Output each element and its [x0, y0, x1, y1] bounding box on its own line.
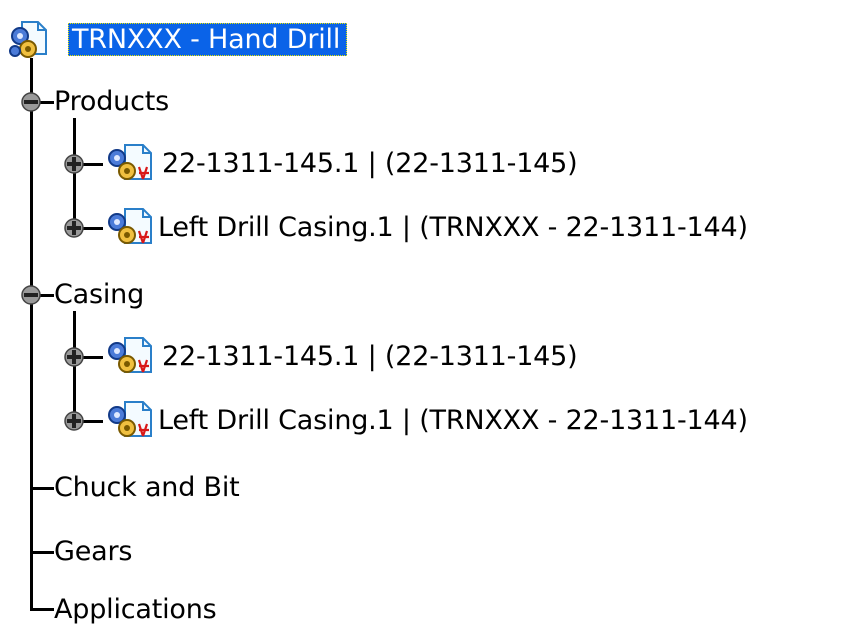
tree-node-products-child-2[interactable]: Left Drill Casing.1 | (TRNXXX - 22-1311-… — [158, 210, 748, 246]
part-document-icon[interactable] — [103, 336, 157, 378]
tree-trunk-line — [30, 58, 33, 610]
part-document-icon[interactable] — [103, 143, 157, 185]
expand-casing-child-1-toggle[interactable] — [63, 346, 85, 368]
specification-tree: TRNXXX - Hand Drill Products 22-1311-145… — [0, 0, 850, 630]
tree-node-casing-child-2[interactable]: Left Drill Casing.1 | (TRNXXX - 22-1311-… — [158, 403, 748, 439]
tree-node-casing[interactable]: Casing — [54, 277, 144, 313]
connector-chuck — [30, 487, 54, 490]
part-document-icon[interactable] — [103, 207, 157, 249]
root-node[interactable]: TRNXXX - Hand Drill — [68, 22, 348, 58]
connector-gears — [30, 551, 54, 554]
tree-node-chuck-and-bit[interactable]: Chuck and Bit — [54, 470, 240, 506]
root-node-label[interactable]: TRNXXX - Hand Drill — [68, 23, 348, 56]
expand-products-child-1-toggle[interactable] — [63, 153, 85, 175]
product-root-icon[interactable] — [8, 20, 50, 60]
expand-products-child-2-toggle[interactable] — [63, 217, 85, 239]
connector-applications — [30, 608, 54, 611]
tree-node-applications[interactable]: Applications — [54, 592, 217, 628]
collapse-casing-toggle[interactable] — [20, 284, 42, 306]
part-document-icon[interactable] — [103, 400, 157, 442]
collapse-products-toggle[interactable] — [20, 91, 42, 113]
tree-node-gears[interactable]: Gears — [54, 534, 132, 570]
expand-casing-child-2-toggle[interactable] — [63, 410, 85, 432]
tree-node-products[interactable]: Products — [54, 84, 169, 120]
tree-node-casing-child-1[interactable]: 22-1311-145.1 | (22-1311-145) — [162, 339, 578, 375]
tree-node-products-child-1[interactable]: 22-1311-145.1 | (22-1311-145) — [162, 146, 578, 182]
